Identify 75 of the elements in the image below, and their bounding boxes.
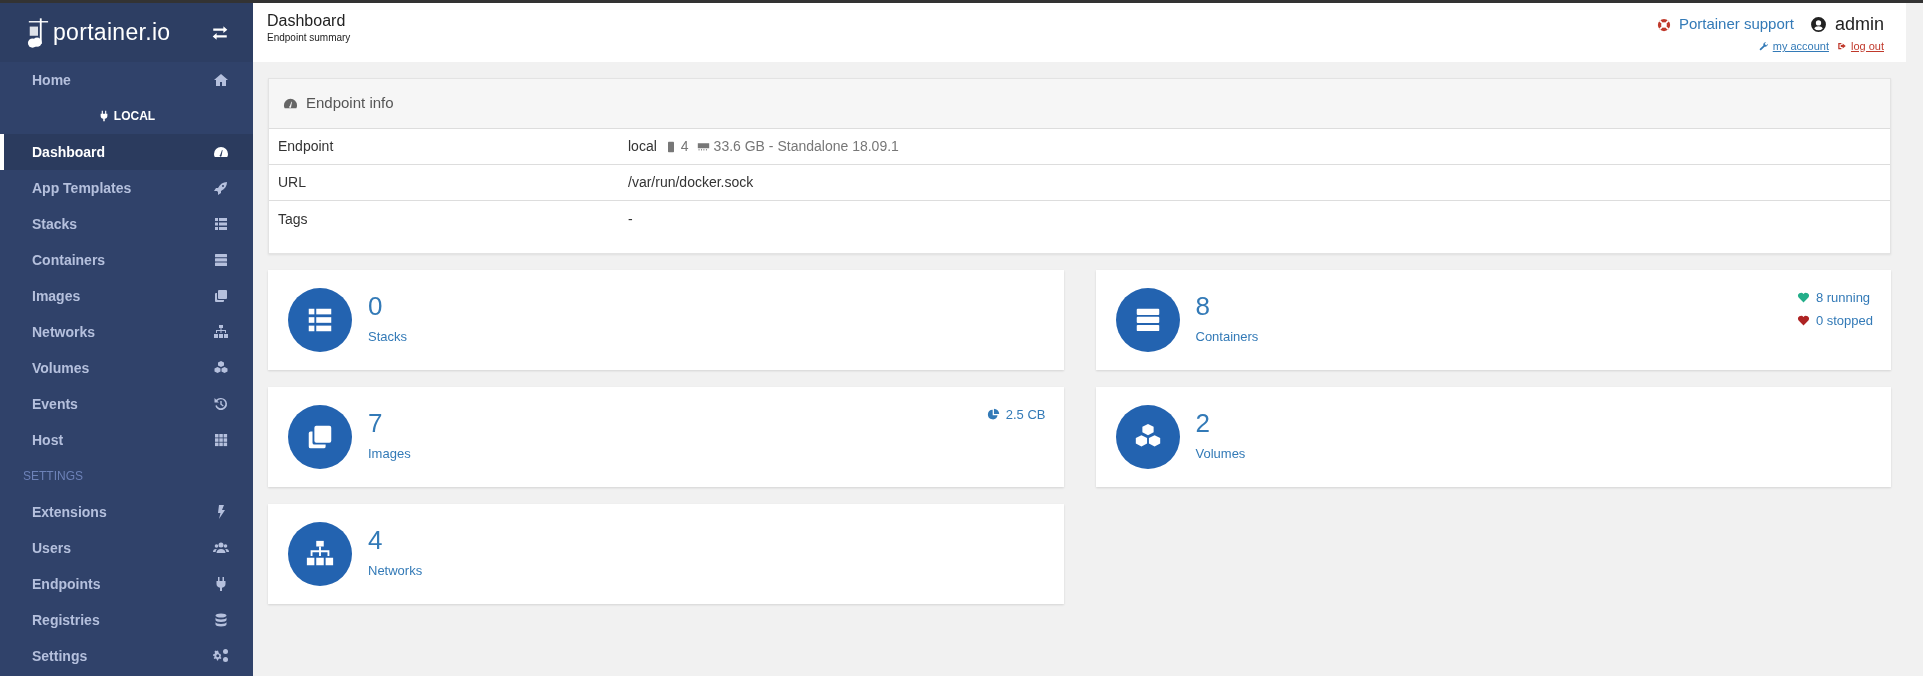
logout-link[interactable]: log out bbox=[1836, 38, 1884, 55]
stat-count: 8 bbox=[1195, 293, 1211, 320]
sidebar-item-icon bbox=[213, 216, 229, 232]
sidebar-item-icon bbox=[213, 324, 229, 340]
sidebar-item[interactable]: Endpoints bbox=[0, 566, 253, 602]
stat-label: Containers bbox=[1195, 328, 1259, 347]
sidebar-item[interactable]: Containers bbox=[0, 242, 253, 278]
sidebar-item-icon bbox=[213, 288, 229, 304]
sidebar-item[interactable]: Registries bbox=[0, 602, 253, 638]
sidebar-item-icon bbox=[213, 72, 229, 88]
sidebar-item[interactable]: Dashboard bbox=[0, 134, 253, 170]
stat-count: 7 bbox=[368, 410, 384, 437]
stat-count: 2 bbox=[1195, 410, 1211, 437]
stat-card[interactable]: 7 Images 2.5 CB bbox=[268, 387, 1064, 487]
stat-detail: 2.5 CB bbox=[1005, 406, 1046, 424]
pie-chart-icon bbox=[986, 408, 1000, 422]
logout-icon bbox=[1836, 41, 1847, 52]
username: admin bbox=[1834, 13, 1884, 36]
toggle-icon[interactable] bbox=[211, 23, 229, 42]
stat-label: Networks bbox=[368, 562, 423, 581]
logo-icon bbox=[27, 15, 49, 50]
sidebar-item[interactable]: Volumes bbox=[0, 350, 253, 386]
heartbeat-icon bbox=[1796, 313, 1810, 327]
sidebar-item-icon bbox=[213, 612, 229, 628]
stat-label: Stacks bbox=[368, 328, 407, 347]
stat-detail: 8 running bbox=[1815, 289, 1871, 307]
section-heading: SETTINGS bbox=[23, 468, 83, 485]
sidebar-item-icon bbox=[213, 252, 229, 268]
sidebar-item-icon bbox=[213, 396, 229, 412]
table-cell-text: - bbox=[628, 210, 633, 229]
sidebar-item[interactable]: Users bbox=[0, 530, 253, 566]
sidebar-item[interactable]: Stacks bbox=[0, 206, 253, 242]
table-cell-text: Tags bbox=[278, 210, 309, 229]
sidebar-item-icon bbox=[213, 648, 229, 664]
stat-detail: 0 stopped bbox=[1815, 311, 1873, 330]
stat-count: 0 bbox=[368, 293, 384, 320]
cpu-count: 4 bbox=[680, 137, 689, 156]
page-subtitle: Endpoint summary bbox=[267, 31, 351, 46]
stat-card[interactable]: 0 Stacks bbox=[268, 270, 1064, 370]
table-cell-text: Endpoint bbox=[278, 137, 335, 156]
endpoint-name: LOCAL bbox=[113, 108, 156, 125]
sidebar-item-icon bbox=[213, 432, 229, 448]
panel-title: Endpoint info bbox=[306, 93, 394, 114]
user-icon bbox=[1809, 16, 1827, 33]
sidebar-item-icon bbox=[213, 144, 229, 160]
stat-label: Images bbox=[368, 445, 411, 464]
sidebar-item-icon bbox=[213, 360, 229, 376]
support-link[interactable]: Portainer support bbox=[1656, 13, 1794, 36]
stat-card[interactable]: 8 Containers 8 running 0 stopped bbox=[1095, 270, 1891, 370]
heartbeat-icon bbox=[1796, 291, 1810, 305]
brand-name: portainer.io bbox=[53, 18, 171, 48]
memory-info: 33.6 GB - Standalone 18.09.1 bbox=[713, 137, 899, 156]
lifebuoy-icon bbox=[1656, 17, 1671, 32]
table-cell-text: /var/run/docker.sock bbox=[628, 173, 754, 192]
table-cell-text: local bbox=[628, 137, 657, 156]
sidebar-item-icon bbox=[213, 180, 229, 196]
sidebar-item-icon bbox=[213, 540, 229, 556]
memory-icon bbox=[696, 140, 710, 153]
gauge-icon bbox=[283, 96, 298, 111]
sidebar-item[interactable]: Events bbox=[0, 386, 253, 422]
stat-card[interactable]: 4 Networks bbox=[268, 504, 1064, 604]
stat-label: Volumes bbox=[1195, 445, 1246, 464]
my-account-link[interactable]: my account bbox=[1758, 38, 1829, 55]
stat-count: 4 bbox=[368, 527, 384, 554]
sidebar-item[interactable]: Host bbox=[0, 422, 253, 458]
stat-card[interactable]: 2 Volumes bbox=[1095, 387, 1891, 487]
wrench-icon bbox=[1758, 41, 1769, 52]
sidebar-item[interactable]: Extensions bbox=[0, 494, 253, 530]
sidebar-item[interactable]: Home bbox=[0, 62, 253, 98]
sidebar-item[interactable]: Images bbox=[0, 278, 253, 314]
sidebar-item[interactable]: Networks bbox=[0, 314, 253, 350]
sidebar-item[interactable]: App Templates bbox=[0, 170, 253, 206]
sidebar-item[interactable]: Settings bbox=[0, 638, 253, 674]
page-title: Dashboard bbox=[267, 11, 347, 31]
table-cell-text: URL bbox=[278, 173, 307, 192]
